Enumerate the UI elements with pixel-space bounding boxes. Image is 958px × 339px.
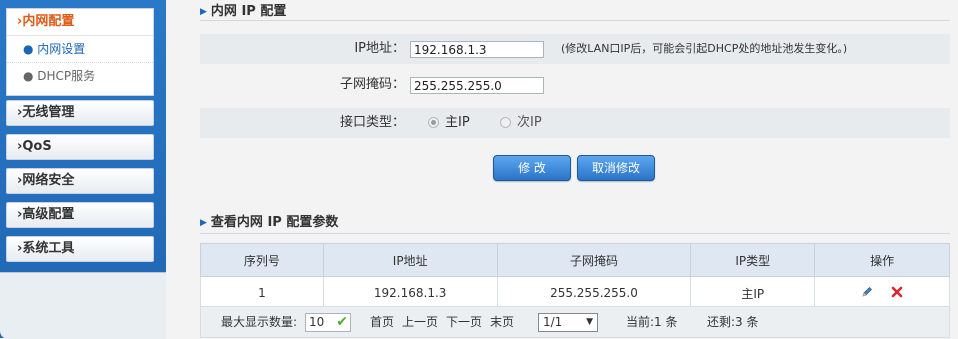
main-content: ▶内网 IP 配置 IP地址： (修改LAN口IP后，可能会引起DHCP处的地址…: [182, 0, 958, 338]
mask-label: 子网掩码：: [339, 77, 405, 92]
ip-note: (修改LAN口IP后，可能会引起DHCP处的地址池发生变化。): [561, 42, 848, 55]
menu-group-lan-config: ›内网配置 ● 内网设置 ● DHCP服务: [6, 8, 154, 96]
iface-type-label: 接口类型：: [339, 115, 405, 130]
sidebar: ›内网配置 ● 内网设置 ● DHCP服务 ›无线管理 ›QoS ›网络安全 ›…: [0, 0, 166, 339]
pagination-bar: 最大显示数量: 10 ✔ 首页 上一页 下一页 末页 1/1 ▼ 当前:1 条 …: [200, 306, 950, 338]
page-select[interactable]: 1/1 ▼: [538, 313, 598, 332]
table-header-row: 序列号 IP地址 子网掩码 IP类型 操作: [200, 243, 950, 277]
section-title-lan-config: ▶ 内网 IP 配置: [200, 0, 286, 19]
radio-secondary-label: 次IP: [517, 115, 542, 130]
form-row-mask: 子网掩码：: [200, 70, 950, 100]
subnet-mask-input[interactable]: [410, 77, 544, 94]
delete-icon[interactable]: [891, 286, 903, 301]
cell-actions: [814, 276, 950, 310]
radio-primary-label: 主IP: [445, 115, 470, 130]
sidebar-item-lan-settings[interactable]: ● 内网设置: [7, 36, 153, 63]
modify-button[interactable]: 修 改: [493, 155, 571, 181]
triangle-right-icon: ▶: [200, 217, 207, 228]
prev-page-link[interactable]: 上一页: [402, 307, 438, 337]
remaining-count: 还剩:3 条: [707, 315, 759, 329]
ip-config-table: 序列号 IP地址 子网掩码 IP类型 操作 1 192.168.1.3 255.…: [200, 243, 950, 310]
next-page-link[interactable]: 下一页: [446, 307, 482, 337]
cell-type: 主IP: [690, 276, 816, 310]
sidebar-item-advanced[interactable]: ›高级配置: [6, 202, 154, 228]
triangle-right-icon: ▶: [200, 6, 207, 17]
divider: [200, 233, 950, 234]
menu-group-title[interactable]: ›内网配置: [7, 9, 153, 36]
ip-address-input[interactable]: [410, 41, 544, 58]
form-row-ip: IP地址： (修改LAN口IP后，可能会引起DHCP处的地址池发生变化。): [200, 34, 950, 64]
cancel-modify-button[interactable]: 取消修改: [577, 155, 655, 181]
current-count: 当前:1 条: [626, 315, 678, 329]
radio-primary-ip[interactable]: [428, 117, 439, 128]
page-select-value: 1/1: [543, 315, 563, 329]
section-title-params: ▶ 查看内网 IP 配置参数: [200, 211, 338, 230]
sidebar-item-security[interactable]: ›网络安全: [6, 168, 154, 194]
chevron-down-icon: ▼: [586, 317, 593, 327]
table-row: 1 192.168.1.3 255.255.255.0 主IP: [200, 276, 950, 310]
column-header: IP地址: [322, 243, 498, 277]
section-title-text: 内网 IP 配置: [210, 4, 287, 19]
sidebar-item-label: ● DHCP服务: [23, 69, 96, 83]
sidebar-item-dhcp[interactable]: ● DHCP服务: [7, 63, 153, 89]
cell-mask: 255.255.255.0: [496, 276, 692, 310]
sidebar-item-system-tools[interactable]: ›系统工具: [6, 236, 154, 262]
cell-ip: 192.168.1.3: [322, 276, 498, 310]
max-display-label: 最大显示数量:: [221, 315, 298, 329]
column-header: 子网掩码: [496, 243, 692, 277]
page-size-value: 10: [309, 315, 325, 329]
first-page-link[interactable]: 首页: [370, 307, 394, 337]
page-size-input[interactable]: 10 ✔: [305, 313, 351, 332]
radio-secondary-ip[interactable]: [500, 117, 511, 128]
column-header: 操作: [814, 243, 950, 277]
last-page-link[interactable]: 末页: [490, 307, 514, 337]
sidebar-footer: [0, 272, 166, 339]
column-header: 序列号: [200, 243, 324, 277]
check-icon[interactable]: ✔: [336, 314, 348, 331]
section-title-text: 查看内网 IP 配置参数: [210, 215, 339, 230]
sidebar-item-label: ● 内网设置: [23, 42, 86, 56]
column-header: IP类型: [690, 243, 816, 277]
form-row-iface-type: 接口类型： 主IP 次IP: [200, 108, 950, 138]
edit-icon[interactable]: [861, 286, 873, 301]
divider: [200, 20, 950, 21]
ip-label: IP地址：: [354, 41, 405, 56]
sidebar-item-qos[interactable]: ›QoS: [6, 134, 154, 160]
sidebar-item-wireless[interactable]: ›无线管理: [6, 100, 154, 126]
cell-index: 1: [200, 276, 324, 310]
